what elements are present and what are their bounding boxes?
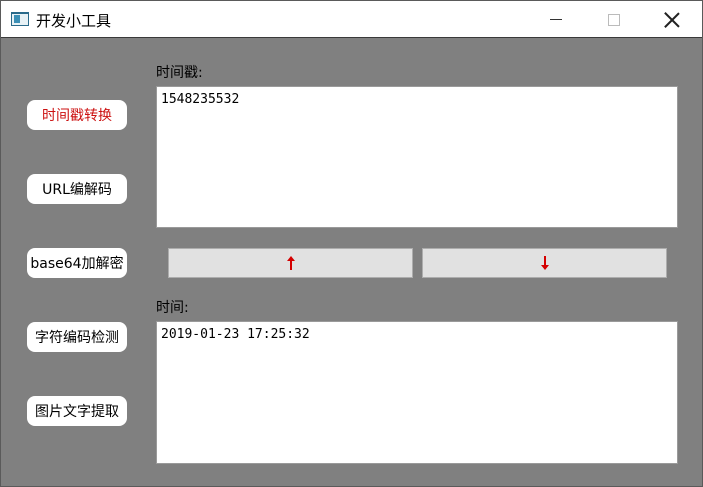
arrow-down-icon xyxy=(540,256,549,270)
convert-to-timestamp-button[interactable] xyxy=(168,248,413,278)
datetime-input[interactable]: 2019-01-23 17:25:32 xyxy=(156,321,678,464)
maximize-icon xyxy=(608,13,620,26)
maximize-button[interactable] xyxy=(585,1,643,38)
arrow-up-icon xyxy=(286,256,295,270)
window-title: 开发小工具 xyxy=(36,12,112,30)
close-icon xyxy=(664,12,680,28)
sidebar-item-base64[interactable]: base64加解密 xyxy=(27,248,127,278)
timestamp-label: 时间戳: xyxy=(156,65,203,81)
app-window-icon xyxy=(11,12,29,26)
convert-to-datetime-button[interactable] xyxy=(422,248,667,278)
sidebar-item-url-codec[interactable]: URL编解码 xyxy=(27,174,127,204)
minimize-icon xyxy=(550,19,562,20)
timestamp-input[interactable]: 1548235532 xyxy=(156,86,678,228)
app-window: 开发小工具 时间戳转换 URL编解码 base64加解密 字符编码检测 图片文字… xyxy=(0,0,703,487)
sidebar-item-image-ocr[interactable]: 图片文字提取 xyxy=(27,396,127,426)
close-button[interactable] xyxy=(643,1,701,38)
sidebar-item-timestamp[interactable]: 时间戳转换 xyxy=(27,100,127,130)
title-bar[interactable]: 开发小工具 xyxy=(1,1,702,38)
minimize-button[interactable] xyxy=(527,1,585,38)
sidebar-item-charset-detect[interactable]: 字符编码检测 xyxy=(27,322,127,352)
datetime-label: 时间: xyxy=(156,300,189,316)
